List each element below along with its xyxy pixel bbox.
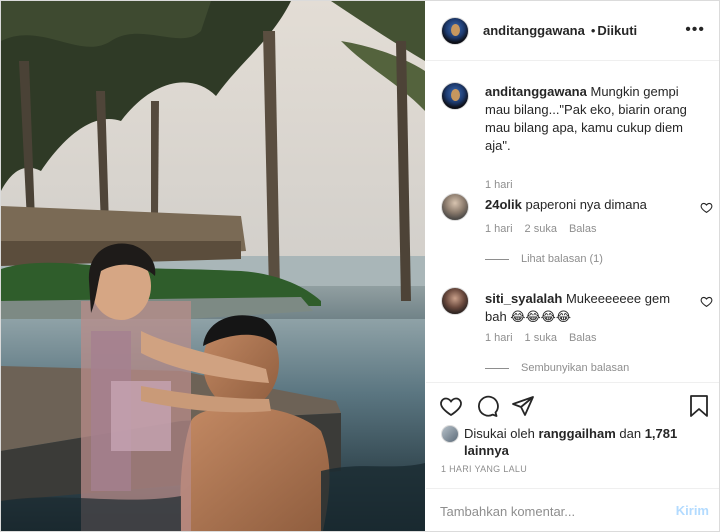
post-comment-button[interactable]: Kirim: [676, 503, 709, 518]
caption-text-block: anditanggawana Mungkin gempi mau bilang.…: [485, 83, 697, 155]
follow-status-button[interactable]: Diikuti: [597, 23, 637, 38]
comment-body: 24olik paperoni nya dimana: [485, 196, 685, 214]
bookmark-icon[interactable]: [687, 394, 711, 418]
separator-dot: •: [590, 23, 596, 38]
post-photo[interactable]: [1, 1, 425, 531]
caption-avatar[interactable]: [441, 82, 469, 110]
liker-username[interactable]: ranggailham: [538, 426, 615, 441]
caption-meta: 1 hari: [485, 179, 513, 191]
comment-meta: 1 hari 1 suka Balas: [485, 332, 596, 344]
photo-illustration: [1, 1, 425, 531]
comment-like-heart-icon[interactable]: [700, 201, 713, 214]
header-username[interactable]: anditanggawana: [483, 23, 585, 38]
action-bar: [426, 382, 719, 418]
comment-like-heart-icon[interactable]: [700, 295, 713, 308]
replies-label: Lihat balasan (1): [521, 253, 603, 265]
post-header: anditanggawana • Diikuti •••: [426, 1, 719, 61]
comment-username[interactable]: siti_syalalah: [485, 291, 562, 306]
reply-button[interactable]: Balas: [569, 332, 597, 344]
comment-input[interactable]: [440, 502, 660, 520]
replies-divider: [485, 258, 509, 260]
comment-body: siti_syalalah Mukeeeeeee gem bah 😂😂😂😂: [485, 290, 685, 326]
caption-username[interactable]: anditanggawana: [485, 84, 587, 99]
hide-replies-button[interactable]: Sembunyikan balasan: [485, 362, 629, 374]
post-timestamp[interactable]: 1 HARI YANG LALU: [441, 464, 527, 474]
replies-label: Sembunyikan balasan: [521, 362, 630, 374]
liker-avatar[interactable]: [441, 425, 459, 443]
share-icon[interactable]: [511, 394, 535, 418]
comment-text: paperoni nya dimana: [525, 197, 647, 212]
avatar[interactable]: [441, 16, 469, 45]
view-replies-button[interactable]: Lihat balasan (1): [485, 253, 603, 265]
comment-likes[interactable]: 1 suka: [525, 332, 557, 344]
comments-list[interactable]: anditanggawana Mungkin gempi mau bilang.…: [426, 62, 719, 382]
likes-conjunction: dan: [619, 426, 642, 441]
replies-divider: [485, 367, 509, 369]
caption-time[interactable]: 1 hari: [485, 179, 513, 191]
comment-avatar[interactable]: [441, 193, 469, 221]
comment-time[interactable]: 1 hari: [485, 332, 513, 344]
heart-icon[interactable]: [439, 394, 463, 418]
comment-time[interactable]: 1 hari: [485, 223, 513, 235]
reply-button[interactable]: Balas: [569, 223, 597, 235]
comment-avatar[interactable]: [441, 287, 469, 315]
comment-meta: 1 hari 2 suka Balas: [485, 223, 596, 235]
likes-summary: Disukai oleh ranggailham dan 1,781 lainn…: [441, 423, 711, 463]
likes-prefix: Disukai oleh: [464, 426, 535, 441]
comment-username[interactable]: 24olik: [485, 197, 522, 212]
add-comment-bar: Kirim: [426, 488, 719, 531]
post-side-panel: anditanggawana • Diikuti ••• anditanggaw…: [426, 1, 719, 531]
likes-text: Disukai oleh ranggailham dan 1,781 lainn…: [464, 425, 704, 459]
comment-likes[interactable]: 2 suka: [525, 223, 557, 235]
comment-icon[interactable]: [475, 394, 499, 418]
more-options-icon[interactable]: •••: [685, 22, 705, 38]
